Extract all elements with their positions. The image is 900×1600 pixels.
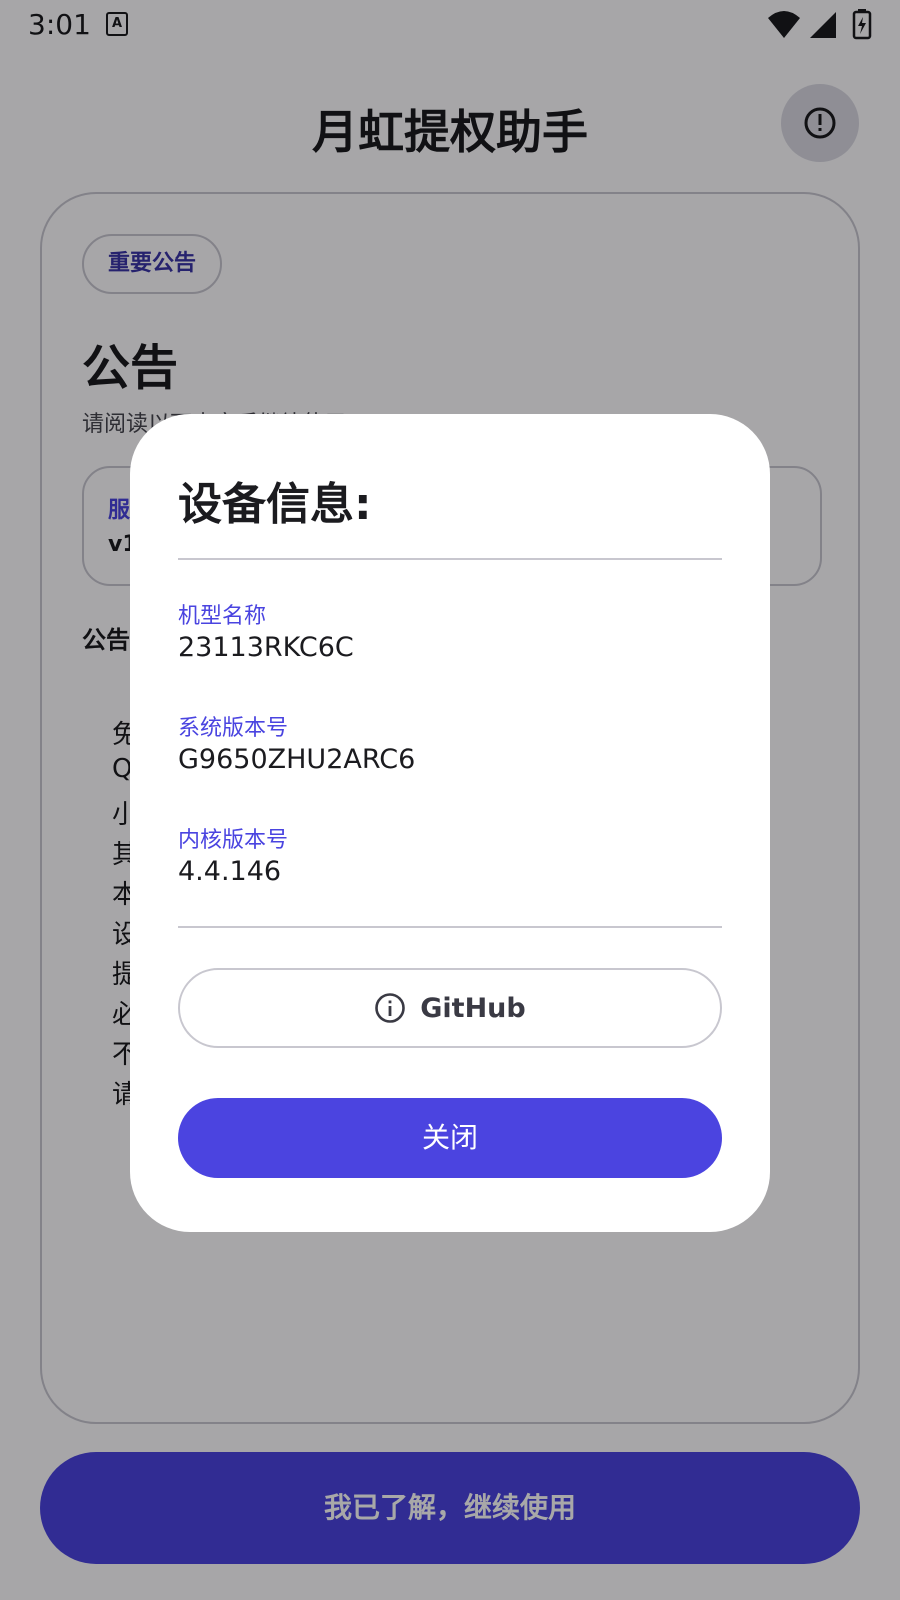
field-value: 4.4.146 [178, 856, 282, 887]
github-label: GitHub [420, 992, 526, 1024]
app-screen: 3:01 A 月虹提权助手 重要公告 公告 请阅读以下内容后继续使用 服 v1 [0, 0, 900, 1600]
system-version-field: 系统版本号 G9650ZHU2ARC6 [178, 710, 415, 775]
github-button[interactable]: GitHub [178, 968, 722, 1048]
field-value: 23113RKC6C [178, 632, 354, 663]
model-name-field: 机型名称 23113RKC6C [178, 598, 354, 663]
dialog-title: 设备信息: [178, 479, 372, 530]
field-label: 系统版本号 [178, 716, 289, 741]
field-label: 内核版本号 [178, 828, 289, 853]
field-label: 机型名称 [178, 604, 267, 629]
divider [178, 558, 722, 560]
kernel-version-field: 内核版本号 4.4.146 [178, 822, 288, 887]
info-icon [375, 993, 406, 1023]
field-value: G9650ZHU2ARC6 [178, 744, 416, 775]
divider [178, 926, 722, 928]
device-info-dialog: 设备信息: 机型名称 23113RKC6C 系统版本号 G9650ZHU2ARC… [130, 414, 770, 1232]
close-button[interactable]: 关闭 [178, 1098, 722, 1178]
